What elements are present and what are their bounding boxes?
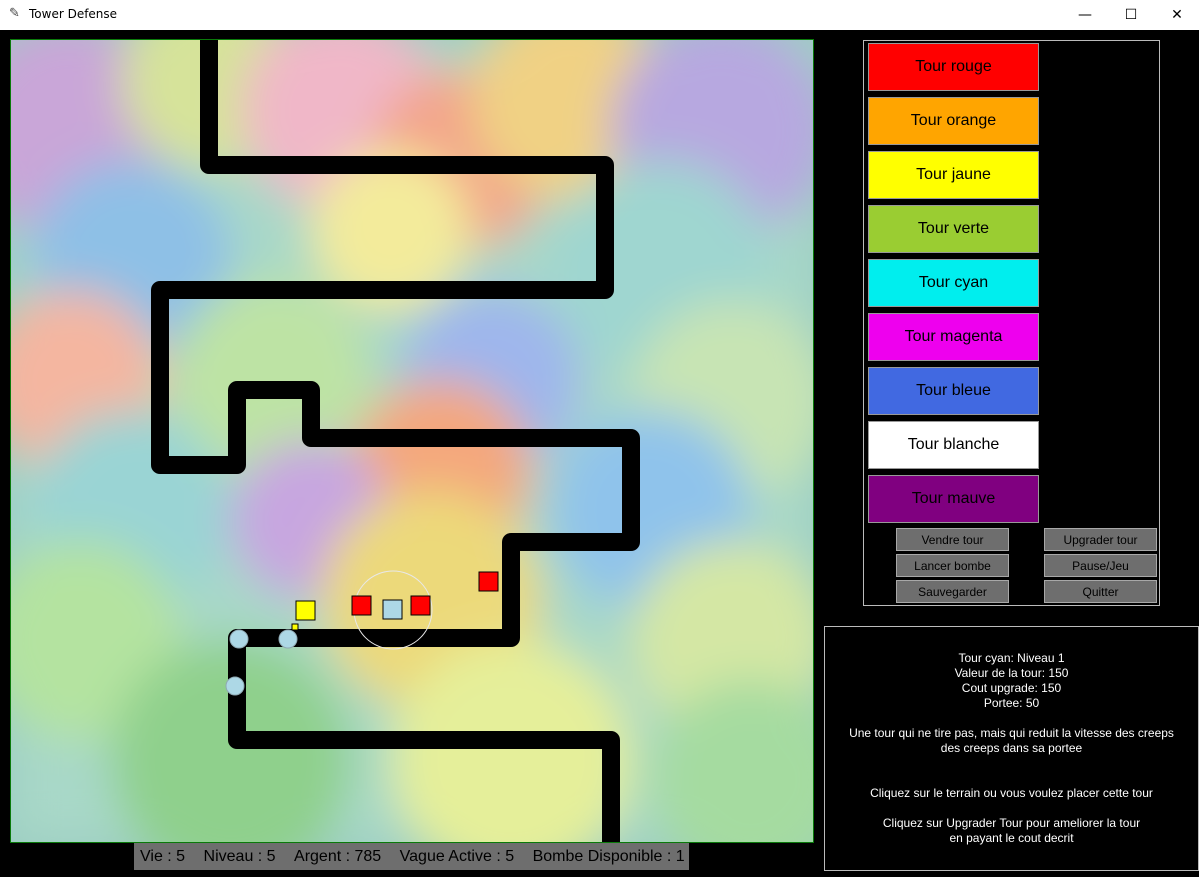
tower-value: Valeur de la tour: 150: [954, 666, 1069, 680]
close-button[interactable]: ✕: [1154, 0, 1199, 30]
tower-info-panel: Tour cyan: Niveau 1 Valeur de la tour: 1…: [824, 626, 1199, 871]
minimize-button[interactable]: —: [1062, 0, 1108, 30]
placement-hint: Cliquez sur le terrain ou vous voulez pl…: [870, 786, 1153, 800]
tower-magenta-button[interactable]: Tour magenta: [868, 313, 1039, 361]
red-tower[interactable]: [351, 595, 372, 616]
title-bar: ✎ Tower Defense — ☐ ✕: [0, 0, 1199, 30]
quit-button[interactable]: Quitter: [1044, 580, 1157, 603]
sell-tower-button[interactable]: Vendre tour: [896, 528, 1009, 551]
tower-white-button[interactable]: Tour blanche: [868, 421, 1039, 469]
status-bar: Vie : 5 Niveau : 5 Argent : 785 Vague Ac…: [134, 843, 689, 870]
lives-display: Vie : 5: [140, 848, 186, 865]
maximize-button[interactable]: ☐: [1108, 0, 1154, 30]
tower-range: Portee: 50: [983, 696, 1040, 710]
cyan-slow-tower[interactable]: [382, 599, 403, 620]
game-board[interactable]: [10, 39, 814, 843]
projectile: [291, 623, 299, 631]
tower-shop-panel: Tour rouge Tour orange Tour jaune Tour v…: [863, 40, 1160, 606]
window-title: Tower Defense: [29, 7, 118, 21]
feather-icon: ✎: [9, 6, 20, 21]
tower-description: Une tour qui ne tire pas, mais qui redui…: [849, 726, 1174, 740]
pause-play-button[interactable]: Pause/Jeu: [1044, 554, 1157, 577]
level-display: Niveau : 5: [203, 848, 276, 865]
tower-orange-button[interactable]: Tour orange: [868, 97, 1039, 145]
creep: [278, 629, 298, 649]
bomb-display: Bombe Disponible : 1: [532, 848, 685, 865]
tower-upgrade-cost: Cout upgrade: 150: [961, 681, 1062, 695]
creep: [225, 676, 245, 696]
save-button[interactable]: Sauvegarder: [896, 580, 1009, 603]
tower-green-button[interactable]: Tour verte: [868, 205, 1039, 253]
red-tower[interactable]: [478, 571, 499, 592]
tower-mauve-button[interactable]: Tour mauve: [868, 475, 1039, 523]
red-tower[interactable]: [410, 595, 431, 616]
launch-bomb-button[interactable]: Lancer bombe: [896, 554, 1009, 577]
tower-yellow-button[interactable]: Tour jaune: [868, 151, 1039, 199]
wave-display: Vague Active : 5: [399, 848, 515, 865]
upgrade-tower-button[interactable]: Upgrader tour: [1044, 528, 1157, 551]
money-display: Argent : 785: [294, 848, 382, 865]
creep: [229, 629, 249, 649]
tower-red-button[interactable]: Tour rouge: [868, 43, 1039, 91]
upgrade-hint: Cliquez sur Upgrader Tour pour ameliorer…: [882, 816, 1141, 830]
tower-cyan-button[interactable]: Tour cyan: [868, 259, 1039, 307]
board-canvas[interactable]: [11, 40, 813, 842]
tower-blue-button[interactable]: Tour bleue: [868, 367, 1039, 415]
tower-description-cont: des creeps dans sa portee: [940, 741, 1083, 755]
yellow-tower[interactable]: [295, 600, 316, 621]
tower-name-level: Tour cyan: Niveau 1: [958, 651, 1065, 665]
upgrade-hint-cont: en payant le cout decrit: [949, 831, 1074, 845]
